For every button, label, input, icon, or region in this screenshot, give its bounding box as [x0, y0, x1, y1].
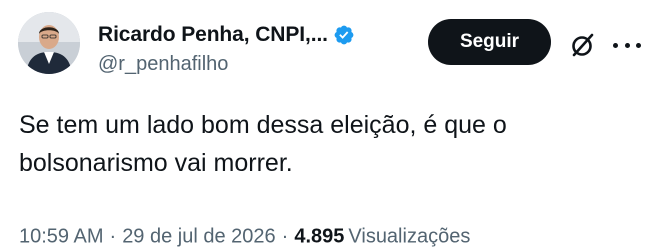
follow-button[interactable]: Seguir: [428, 19, 551, 65]
tweet-card: Ricardo Penha, CNPI,... @r_penhafilho Se…: [0, 0, 659, 251]
verified-badge-icon: [334, 25, 354, 45]
more-dot: [624, 42, 630, 48]
meta-separator: ·: [281, 225, 289, 248]
tweet-meta: 10:59 AM · 29 de jul de 2026 · 4.895 Vis…: [19, 226, 470, 249]
views-label[interactable]: Visualizações: [348, 226, 470, 249]
more-dot: [636, 42, 641, 48]
tweet-time[interactable]: 10:59 AM: [19, 226, 104, 249]
avatar-photo: [18, 12, 80, 74]
more-dot: [613, 42, 618, 48]
tweet-date[interactable]: 29 de jul de 2026: [122, 226, 275, 249]
author-display-name[interactable]: Ricardo Penha, CNPI,...: [98, 23, 328, 47]
views-count[interactable]: 4.895: [294, 226, 344, 249]
grok-icon[interactable]: [568, 30, 598, 60]
tweet-text: Se tem um lado bom dessa eleição, é que …: [19, 111, 507, 177]
avatar[interactable]: [18, 12, 80, 74]
author-name-row[interactable]: Ricardo Penha, CNPI,...: [98, 20, 355, 50]
more-options-icon[interactable]: [613, 34, 641, 56]
meta-separator: ·: [109, 225, 117, 248]
author-handle[interactable]: @r_penhafilho: [98, 53, 228, 76]
